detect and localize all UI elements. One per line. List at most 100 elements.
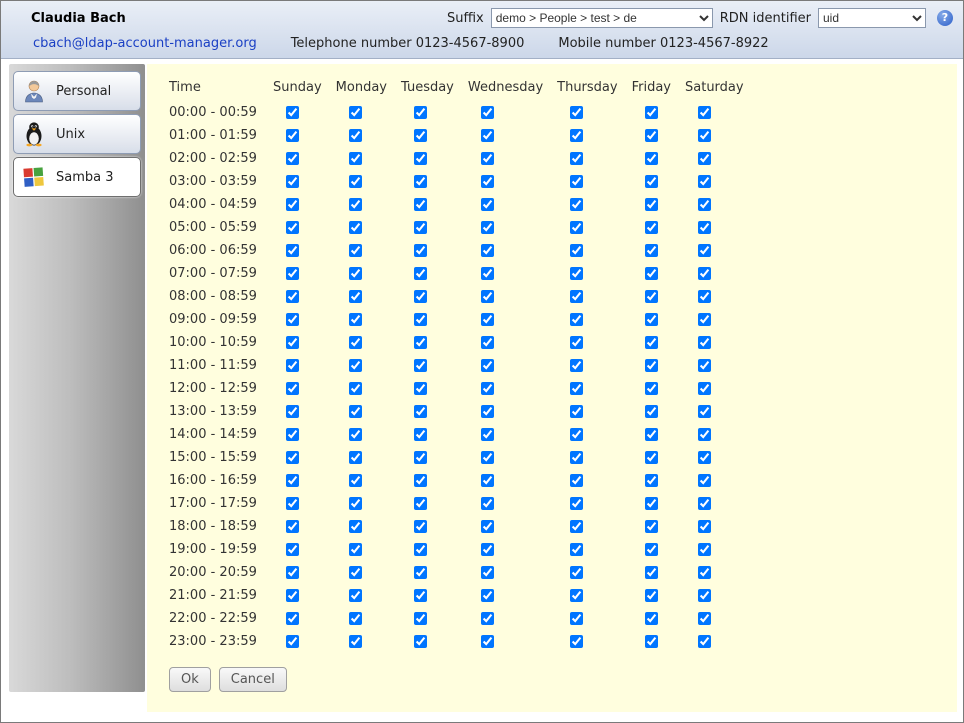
- hour-checkbox-thursday[interactable]: [570, 336, 583, 349]
- hour-checkbox-saturday[interactable]: [698, 336, 711, 349]
- hour-checkbox-monday[interactable]: [349, 635, 362, 648]
- hour-checkbox-saturday[interactable]: [698, 175, 711, 188]
- hour-checkbox-sunday[interactable]: [286, 428, 299, 441]
- help-icon[interactable]: ?: [937, 10, 953, 26]
- hour-checkbox-friday[interactable]: [645, 543, 658, 556]
- hour-checkbox-sunday[interactable]: [286, 290, 299, 303]
- hour-checkbox-thursday[interactable]: [570, 267, 583, 280]
- hour-checkbox-saturday[interactable]: [698, 451, 711, 464]
- hour-checkbox-saturday[interactable]: [698, 635, 711, 648]
- hour-checkbox-sunday[interactable]: [286, 497, 299, 510]
- hour-checkbox-wednesday[interactable]: [481, 359, 494, 372]
- hour-checkbox-thursday[interactable]: [570, 221, 583, 234]
- hour-checkbox-friday[interactable]: [645, 244, 658, 257]
- hour-checkbox-thursday[interactable]: [570, 359, 583, 372]
- hour-checkbox-sunday[interactable]: [286, 543, 299, 556]
- hour-checkbox-sunday[interactable]: [286, 221, 299, 234]
- hour-checkbox-tuesday[interactable]: [414, 612, 427, 625]
- hour-checkbox-wednesday[interactable]: [481, 198, 494, 211]
- hour-checkbox-monday[interactable]: [349, 497, 362, 510]
- hour-checkbox-wednesday[interactable]: [481, 313, 494, 326]
- hour-checkbox-tuesday[interactable]: [414, 313, 427, 326]
- hour-checkbox-thursday[interactable]: [570, 543, 583, 556]
- hour-checkbox-tuesday[interactable]: [414, 497, 427, 510]
- hour-checkbox-thursday[interactable]: [570, 382, 583, 395]
- hour-checkbox-sunday[interactable]: [286, 382, 299, 395]
- hour-checkbox-friday[interactable]: [645, 175, 658, 188]
- hour-checkbox-friday[interactable]: [645, 290, 658, 303]
- hour-checkbox-friday[interactable]: [645, 313, 658, 326]
- hour-checkbox-saturday[interactable]: [698, 566, 711, 579]
- hour-checkbox-tuesday[interactable]: [414, 520, 427, 533]
- hour-checkbox-wednesday[interactable]: [481, 474, 494, 487]
- hour-checkbox-sunday[interactable]: [286, 313, 299, 326]
- hour-checkbox-tuesday[interactable]: [414, 198, 427, 211]
- hour-checkbox-friday[interactable]: [645, 267, 658, 280]
- hour-checkbox-friday[interactable]: [645, 566, 658, 579]
- sidebar-tab-personal[interactable]: Personal: [13, 71, 141, 111]
- hour-checkbox-friday[interactable]: [645, 336, 658, 349]
- hour-checkbox-friday[interactable]: [645, 474, 658, 487]
- hour-checkbox-saturday[interactable]: [698, 313, 711, 326]
- hour-checkbox-thursday[interactable]: [570, 566, 583, 579]
- hour-checkbox-thursday[interactable]: [570, 290, 583, 303]
- hour-checkbox-monday[interactable]: [349, 175, 362, 188]
- hour-checkbox-sunday[interactable]: [286, 451, 299, 464]
- hour-checkbox-friday[interactable]: [645, 612, 658, 625]
- hour-checkbox-wednesday[interactable]: [481, 405, 494, 418]
- hour-checkbox-friday[interactable]: [645, 405, 658, 418]
- hour-checkbox-thursday[interactable]: [570, 175, 583, 188]
- hour-checkbox-tuesday[interactable]: [414, 175, 427, 188]
- ok-button[interactable]: Ok: [169, 667, 211, 692]
- hour-checkbox-tuesday[interactable]: [414, 635, 427, 648]
- hour-checkbox-friday[interactable]: [645, 497, 658, 510]
- hour-checkbox-tuesday[interactable]: [414, 290, 427, 303]
- hour-checkbox-saturday[interactable]: [698, 405, 711, 418]
- hour-checkbox-wednesday[interactable]: [481, 520, 494, 533]
- hour-checkbox-tuesday[interactable]: [414, 129, 427, 142]
- hour-checkbox-thursday[interactable]: [570, 451, 583, 464]
- hour-checkbox-tuesday[interactable]: [414, 428, 427, 441]
- hour-checkbox-sunday[interactable]: [286, 129, 299, 142]
- email-link[interactable]: cbach@ldap-account-manager.org: [33, 36, 257, 51]
- hour-checkbox-sunday[interactable]: [286, 520, 299, 533]
- hour-checkbox-thursday[interactable]: [570, 129, 583, 142]
- hour-checkbox-sunday[interactable]: [286, 106, 299, 119]
- hour-checkbox-saturday[interactable]: [698, 129, 711, 142]
- hour-checkbox-saturday[interactable]: [698, 359, 711, 372]
- hour-checkbox-saturday[interactable]: [698, 589, 711, 602]
- hour-checkbox-thursday[interactable]: [570, 244, 583, 257]
- hour-checkbox-tuesday[interactable]: [414, 152, 427, 165]
- hour-checkbox-tuesday[interactable]: [414, 359, 427, 372]
- hour-checkbox-saturday[interactable]: [698, 612, 711, 625]
- hour-checkbox-sunday[interactable]: [286, 267, 299, 280]
- hour-checkbox-wednesday[interactable]: [481, 589, 494, 602]
- hour-checkbox-tuesday[interactable]: [414, 221, 427, 234]
- hour-checkbox-wednesday[interactable]: [481, 221, 494, 234]
- hour-checkbox-friday[interactable]: [645, 520, 658, 533]
- hour-checkbox-monday[interactable]: [349, 129, 362, 142]
- hour-checkbox-saturday[interactable]: [698, 543, 711, 556]
- hour-checkbox-monday[interactable]: [349, 290, 362, 303]
- hour-checkbox-wednesday[interactable]: [481, 497, 494, 510]
- hour-checkbox-monday[interactable]: [349, 405, 362, 418]
- hour-checkbox-tuesday[interactable]: [414, 382, 427, 395]
- hour-checkbox-friday[interactable]: [645, 428, 658, 441]
- hour-checkbox-sunday[interactable]: [286, 336, 299, 349]
- hour-checkbox-monday[interactable]: [349, 244, 362, 257]
- hour-checkbox-sunday[interactable]: [286, 152, 299, 165]
- hour-checkbox-friday[interactable]: [645, 106, 658, 119]
- cancel-button[interactable]: Cancel: [219, 667, 287, 692]
- hour-checkbox-tuesday[interactable]: [414, 474, 427, 487]
- hour-checkbox-thursday[interactable]: [570, 198, 583, 211]
- hour-checkbox-saturday[interactable]: [698, 106, 711, 119]
- hour-checkbox-thursday[interactable]: [570, 106, 583, 119]
- hour-checkbox-thursday[interactable]: [570, 405, 583, 418]
- hour-checkbox-saturday[interactable]: [698, 198, 711, 211]
- hour-checkbox-wednesday[interactable]: [481, 566, 494, 579]
- hour-checkbox-monday[interactable]: [349, 612, 362, 625]
- hour-checkbox-saturday[interactable]: [698, 474, 711, 487]
- hour-checkbox-monday[interactable]: [349, 106, 362, 119]
- hour-checkbox-wednesday[interactable]: [481, 451, 494, 464]
- hour-checkbox-monday[interactable]: [349, 451, 362, 464]
